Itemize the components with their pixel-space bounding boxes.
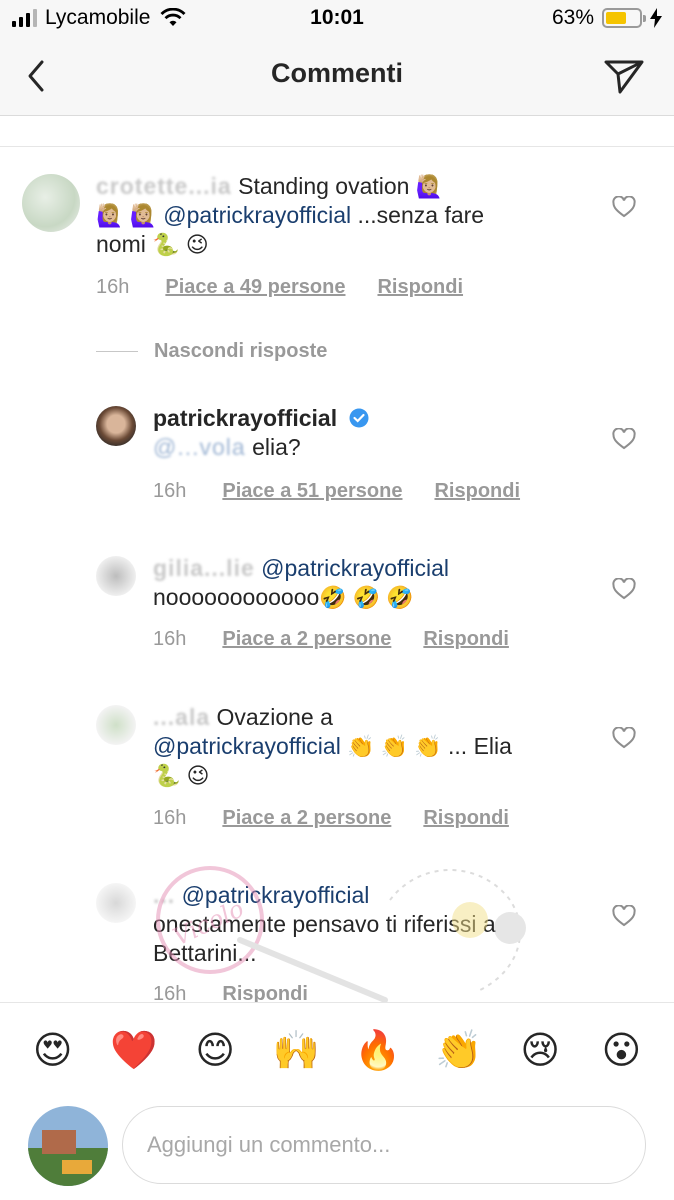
comment-composer [0,1098,674,1200]
likes-link[interactable]: Piace a 49 persone [165,276,345,299]
direct-send-icon[interactable] [602,54,646,98]
likes-link[interactable]: Piace a 2 persone [222,807,391,830]
heart-icon[interactable] [612,727,636,749]
avatar[interactable] [96,705,136,745]
heart-icon[interactable] [612,578,636,600]
avatar[interactable] [96,406,136,446]
comment-username[interactable]: ...ala [153,704,210,730]
comment-text: Bettarini... [153,940,257,966]
comment-text: Standing ovation [238,173,410,199]
comment-emoji: 👏 👏 👏 [347,734,442,759]
emoji-clap-button[interactable]: 👏 [431,1029,487,1073]
comment-text: ... Elia [448,733,512,759]
comment-text: ...senza fare [357,202,485,228]
hide-replies-button[interactable]: Nascondi risposte [96,340,327,363]
comment-text: nomi [96,231,146,257]
comment-time: 16h [96,276,130,298]
nav-bar: Commenti [0,38,674,116]
quick-emoji-bar: 😍 ❤️ 😊 🙌 🔥 👏 😢 😮 [0,1002,674,1098]
battery-percent: 63% [551,6,594,29]
verified-badge-icon [349,408,369,428]
comment-text: noooooooooooo [153,584,320,610]
heart-icon[interactable] [612,905,636,927]
comment-time: 16h [153,807,187,829]
comment-text: Ovazione a [216,704,333,730]
reply-button[interactable]: Rispondi [423,807,509,830]
hide-replies-label: Nascondi risposte [154,340,328,362]
reply-button[interactable]: Rispondi [423,628,509,651]
likes-link[interactable]: Piace a 2 persone [222,628,391,651]
comment-emoji: 🙋🏼‍♀️ 🙋🏼‍♀️ [96,203,157,228]
mention-link[interactable]: @patrickrayofficial [153,733,341,759]
mention-link[interactable]: @...vola [153,434,246,460]
emoji-surprised-button[interactable]: 😮 [593,1029,649,1073]
comment-emoji: 🐍 😉 [153,763,210,788]
emoji-red-heart-button[interactable]: ❤️ [106,1029,162,1073]
reply-button[interactable]: Rispondi [377,276,463,299]
emoji-heart-eyes-button[interactable]: 😍 [25,1029,81,1073]
avatar[interactable] [96,883,136,923]
heart-icon[interactable] [612,428,636,450]
comment-time: 16h [153,628,187,650]
comment-username[interactable]: patrickrayofficial [153,405,337,431]
comment-username[interactable]: gilia...lie [153,555,255,581]
comment-emoji: 🤣 🤣 🤣 [319,585,414,610]
emoji-crying-button[interactable]: 😢 [512,1029,568,1073]
comment-username[interactable]: crotette...ia [96,173,232,199]
comment-input[interactable] [122,1106,646,1184]
comment-text: elia? [252,434,301,460]
comment-time: 16h [153,480,187,502]
heart-icon[interactable] [612,196,636,218]
mention-link[interactable]: @patrickrayofficial [163,202,351,228]
avatar[interactable] [22,174,80,232]
avatar [28,1106,108,1186]
likes-link[interactable]: Piace a 51 persone [222,480,402,503]
mention-link[interactable]: @patrickrayofficial [182,882,370,908]
status-bar: Lycamobile 10:01 63% [0,0,674,38]
charging-bolt-icon [650,8,662,28]
emoji-raised-hands-button[interactable]: 🙌 [268,1029,324,1073]
mention-link[interactable]: @patrickrayofficial [261,555,449,581]
comment-username[interactable]: ... [153,882,175,908]
divider [0,146,674,147]
comment-text: onestamente pensavo ti riferissi a [153,911,496,937]
reply-button[interactable]: Rispondi [434,480,520,503]
emoji-smile-button[interactable]: 😊 [187,1029,243,1073]
emoji-fire-button[interactable]: 🔥 [350,1029,406,1073]
battery-icon [602,8,646,28]
avatar[interactable] [96,556,136,596]
page-title: Commenti [270,58,403,88]
comment-emoji: 🙋🏼‍♀️ [415,174,444,199]
comment-emoji: 🐍 😉 [152,232,209,257]
